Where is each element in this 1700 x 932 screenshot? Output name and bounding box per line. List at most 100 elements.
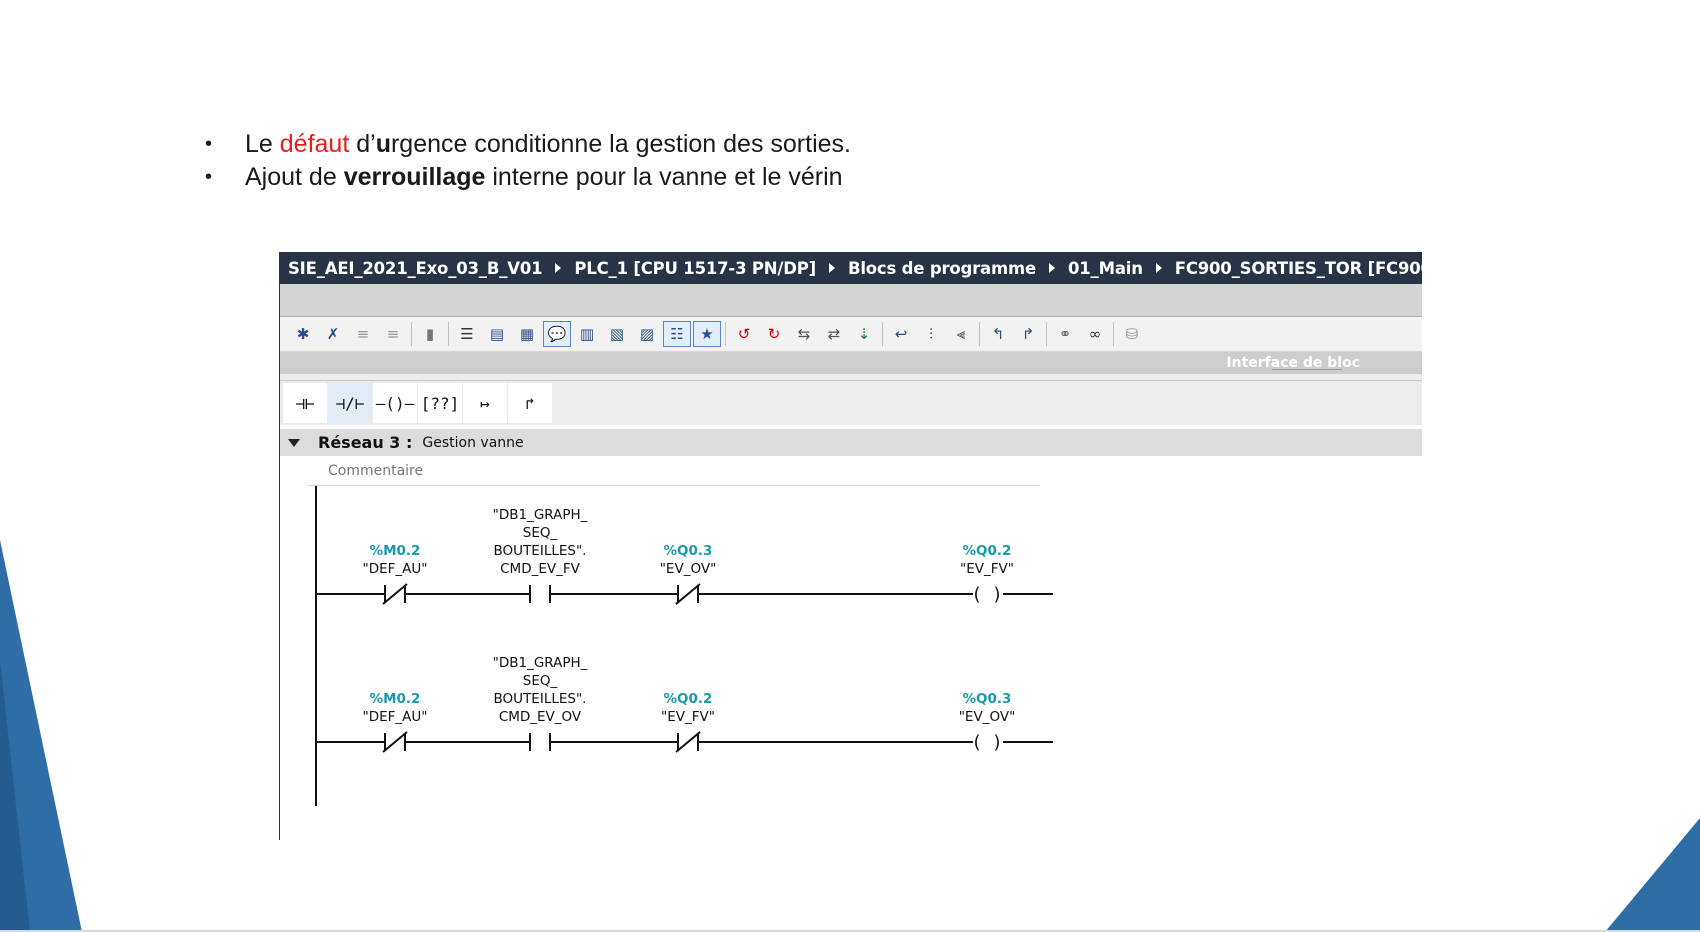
download-icon[interactable]: ∞ (1080, 320, 1110, 348)
tia-portal-screenshot: SIE_AEI_2021_Exo_03_B_V01 PLC_1 [CPU 151… (279, 252, 1422, 840)
add-row-icon[interactable]: ≡ (378, 320, 408, 348)
network-header[interactable]: Réseau 3 : Gestion vanne (280, 429, 1422, 456)
nc-contact-button[interactable]: ⊣/⊢ (328, 383, 372, 423)
toolbar-separator (448, 322, 449, 346)
go-to-prev-error-icon[interactable]: ⇆ (789, 320, 819, 348)
breadcrumb-block[interactable]: FC900_SORTIES_TOR [FC900] (1175, 259, 1422, 278)
empty-box-button[interactable]: [??] (418, 383, 462, 423)
go-to-next-error-icon[interactable]: ↻ (759, 320, 789, 348)
splitter-handle[interactable] (1272, 369, 1342, 374)
operand-address: %Q0.3 (962, 691, 1012, 707)
operand-symbol: "EV_FV" (960, 561, 1014, 577)
contact-operand[interactable]: %Q0.2 "EV_FV" (628, 690, 748, 726)
breadcrumb-project[interactable]: SIE_AEI_2021_Exo_03_B_V01 (288, 259, 543, 278)
bullet-bold-letter: u (375, 130, 391, 158)
call-structure-icon[interactable]: ↰ (983, 320, 1013, 348)
ladder-wiring: () () (315, 486, 1053, 806)
bullet-dot: • (205, 166, 213, 188)
comment-toggle-icon[interactable]: 💬 (543, 321, 571, 347)
operand-symbol: "DB1_GRAPH_ (492, 655, 588, 671)
favorites-icon[interactable]: ★ (693, 321, 721, 347)
collapse-triangle-icon[interactable] (288, 438, 300, 447)
toolbar-separator (979, 322, 980, 346)
left-deco-triangle (0, 540, 82, 932)
operand-symbol: "EV_OV" (958, 709, 1016, 725)
editor-toolbar: ✱ ✗ ≡ ≡ ▮ ☰ ▤ ▦ 💬 ▥ ▧ ▨ ☷ ★ ↺ ↻ ⇆ ⇄ ⇣ ↩ … (280, 317, 1422, 352)
bullet-red-word: défaut (279, 130, 350, 158)
coil-operand[interactable]: %Q0.3 "EV_OV" (927, 690, 1047, 726)
reset-startvalues-icon[interactable]: ▮ (415, 320, 445, 348)
symbolic-operand-icon[interactable]: ▦ (512, 320, 542, 348)
toolbar-separator (882, 322, 883, 346)
ladder-instruction-bar: ⊣⊢ ⊣/⊢ –()– [??] ↦ ↱ (280, 381, 1422, 425)
toolbar-separator (1113, 322, 1114, 346)
indent-icon[interactable]: ☰ (452, 320, 482, 348)
insert-row-icon[interactable]: ≡ (348, 320, 378, 348)
editor-title-bar (280, 284, 1422, 317)
operand-address: %Q0.2 (962, 543, 1012, 559)
breadcrumb-program-blocks[interactable]: Blocs de programme (848, 259, 1036, 278)
coil-button[interactable]: –()– (373, 383, 417, 423)
coil-left: ( (973, 584, 980, 605)
bullet-text: d’ (349, 130, 376, 158)
coil-left: ( (973, 732, 980, 753)
coil-operand[interactable]: %Q0.2 "EV_FV" (927, 542, 1047, 578)
favorites-toggle-icon[interactable]: ▧ (602, 320, 632, 348)
breadcrumb: SIE_AEI_2021_Exo_03_B_V01 PLC_1 [CPU 151… (280, 252, 1422, 284)
coil-right: ) (993, 584, 1000, 605)
operand-symbol: SEQ_ (522, 673, 558, 689)
list-icon[interactable]: ⫷ (946, 320, 976, 348)
chevron-right-icon (1048, 263, 1055, 273)
bullet-item-1: • Le défaut d’urgence conditionne la gest… (205, 128, 851, 161)
operand-symbol: BOUTEILLES". (493, 691, 587, 707)
update-icon[interactable]: ⇄ (819, 320, 849, 348)
compare-icon[interactable]: ⚭ (1050, 320, 1080, 348)
instruction-list-icon[interactable]: ▨ (632, 320, 662, 348)
operand-symbol: BOUTEILLES". (493, 543, 587, 559)
no-contact-button[interactable]: ⊣⊢ (283, 383, 327, 423)
bullet-bold-word: verrouillage (343, 163, 486, 191)
delete-network-icon[interactable]: ✗ (318, 320, 348, 348)
contact-operand[interactable]: "DB1_GRAPH_ SEQ_ BOUTEILLES". CMD_EV_FV (480, 506, 600, 578)
contact-operand[interactable]: %M0.2 "DEF_AU" (335, 690, 455, 726)
network-name[interactable]: Gestion vanne (422, 435, 523, 451)
close-branch-button[interactable]: ↱ (508, 383, 552, 423)
contact-operand[interactable]: %Q0.3 "EV_OV" (628, 542, 748, 578)
open-branch-button[interactable]: ↦ (463, 383, 507, 423)
absolute-operand-icon[interactable]: ▤ (482, 320, 512, 348)
nc-slash (675, 731, 701, 753)
network-title: Réseau 3 : (318, 433, 413, 452)
monitoring-icon[interactable]: ↺ (729, 320, 759, 348)
bullet-text: rgence conditionne la gestion des sortie… (390, 130, 851, 158)
nc-slash (382, 583, 408, 605)
block-interface-bar[interactable]: Interface de bloc (280, 352, 1422, 374)
contact-operand[interactable]: %M0.2 "DEF_AU" (335, 542, 455, 578)
network-comments-icon[interactable]: ▥ (572, 320, 602, 348)
open-block-icon[interactable]: ⇣ (849, 320, 879, 348)
operand-symbol: CMD_EV_FV (500, 561, 580, 577)
operand-symbol: "DEF_AU" (362, 561, 428, 577)
network-comment-field[interactable]: Commentaire (308, 456, 1040, 486)
right-deco-triangle (1605, 818, 1700, 932)
toolbar-separator (1046, 322, 1047, 346)
operand-address: %M0.2 (369, 543, 421, 559)
contact-operand[interactable]: "DB1_GRAPH_ SEQ_ BOUTEILLES". CMD_EV_OV (480, 654, 600, 726)
goto-icon[interactable]: ⫶ (916, 320, 946, 348)
chevron-right-icon (1155, 263, 1162, 273)
test-icon[interactable]: ↩ (886, 320, 916, 348)
cross-ref-icon[interactable]: ↱ (1013, 320, 1043, 348)
operand-symbol: SEQ_ (522, 525, 558, 541)
bullet-text: Le (245, 130, 280, 158)
breadcrumb-folder[interactable]: 01_Main (1068, 259, 1143, 278)
database-icon[interactable]: ⛁ (1117, 320, 1147, 348)
operand-address: %Q0.2 (663, 691, 713, 707)
toolbar-separator (411, 322, 412, 346)
nc-slash (675, 583, 701, 605)
insert-network-icon[interactable]: ✱ (288, 320, 318, 348)
breadcrumb-plc[interactable]: PLC_1 [CPU 1517-3 PN/DP] (574, 259, 816, 278)
show-all-networks-icon[interactable]: ☷ (663, 321, 691, 347)
bullet-list: • Le défaut d’urgence conditionne la gest… (205, 128, 851, 194)
nc-slash (382, 731, 408, 753)
ladder-diagram: () () %M0.2 "DEF_AU" "DB1_GRAPH_ SEQ_ BOUTEIL… (280, 486, 1422, 840)
operand-symbol: CMD_EV_OV (498, 709, 582, 725)
